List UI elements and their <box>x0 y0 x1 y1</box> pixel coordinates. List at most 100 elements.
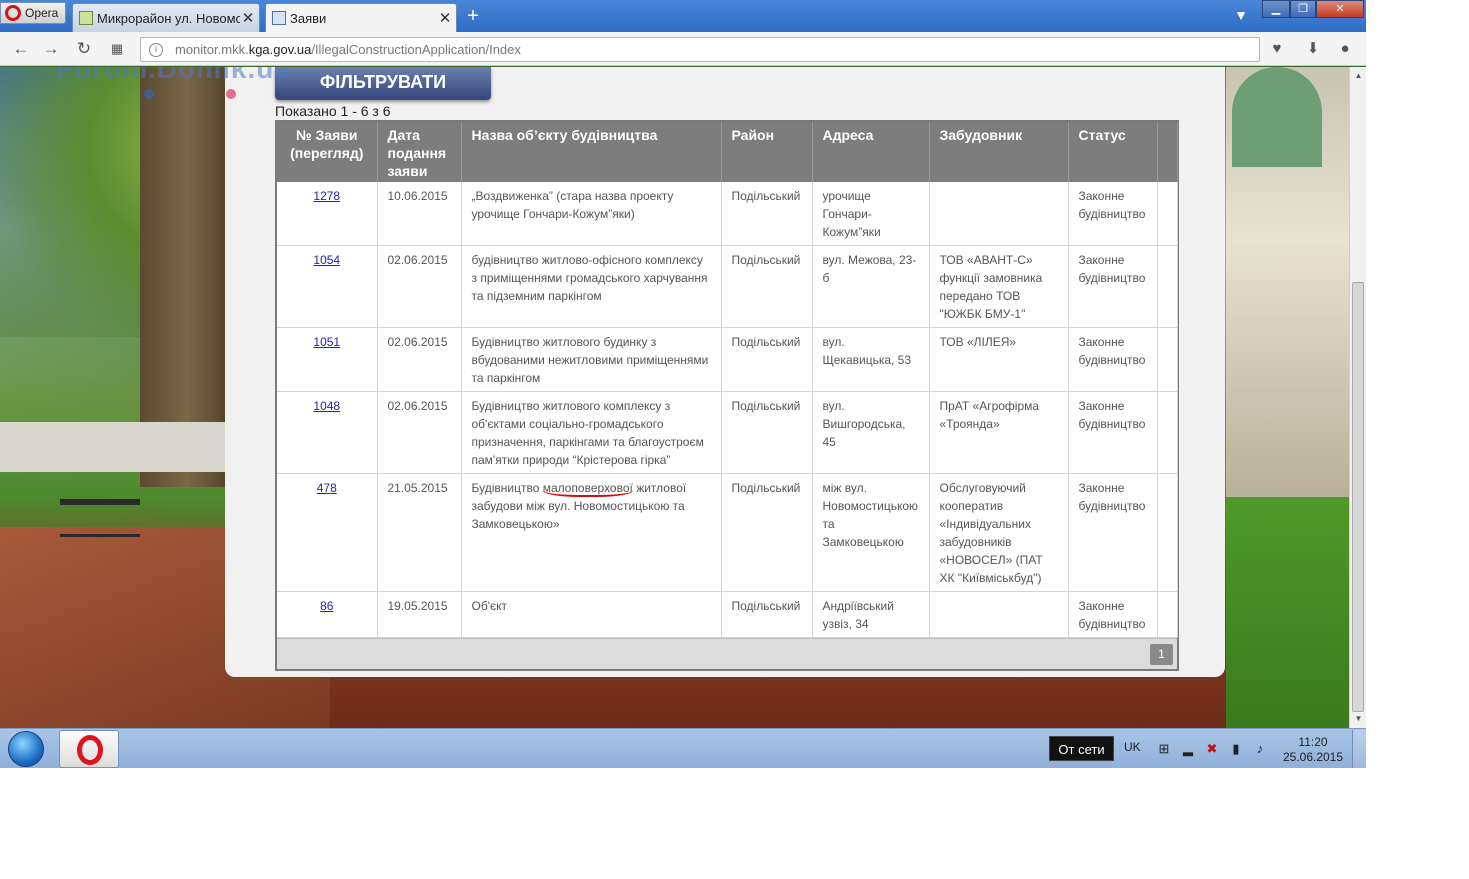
name-text-start: Будівництво <box>471 481 543 495</box>
cell-address: вул. Вишгородська, 45 <box>812 391 930 474</box>
column-header-extra <box>1157 122 1178 182</box>
cell-developer: Обслуговуючий кооператив «Індивідуальних… <box>929 473 1069 592</box>
cell-address: вул. Межова, 23-б <box>812 245 930 328</box>
column-header-developer[interactable]: Забудовник <box>929 122 1069 182</box>
url-domain: kga.gov.ua <box>248 42 312 57</box>
cell-extra <box>1157 182 1178 246</box>
back-arrow-icon[interactable]: ← <box>10 39 32 59</box>
tab-menu-icon[interactable]: ▼ <box>1230 7 1252 25</box>
download-icon[interactable]: ⬇ <box>1304 40 1322 58</box>
results-count: Показано 1 - 6 з 6 <box>275 103 391 119</box>
cell-address: вул. Щекавицька, 53 <box>812 327 930 392</box>
applications-table: № Заяви (перегляд) Дата подання заяви На… <box>277 122 1178 638</box>
volume-icon[interactable]: ♪ <box>1252 741 1268 757</box>
battery-icon[interactable]: ▮ <box>1228 741 1244 757</box>
browser-tab-bar: Opera Микрорайон ул. Новомостицкая ✕ Зая… <box>0 0 1366 32</box>
column-header-address[interactable]: Адреса <box>812 122 930 182</box>
signal-bars-icon[interactable]: ▂ <box>1180 741 1196 757</box>
minimize-button[interactable]: ▁ <box>1262 0 1290 18</box>
clock-date: 25.06.2015 <box>1282 750 1344 764</box>
column-header-date[interactable]: Дата подання заяви <box>377 122 462 182</box>
application-link[interactable]: 1278 <box>313 189 340 203</box>
cell-number: 1278 <box>277 182 378 246</box>
cell-developer <box>929 591 1069 638</box>
cell-status: Законне будівництво <box>1068 391 1158 474</box>
close-tab-icon[interactable]: ✕ <box>240 9 256 27</box>
cell-extra <box>1157 591 1178 638</box>
filter-button[interactable]: ФІЛЬТРУВАТИ <box>275 67 491 100</box>
show-desktop-button[interactable] <box>1352 730 1366 768</box>
account-icon[interactable]: ● <box>1336 40 1354 58</box>
network-error-icon[interactable]: ✖ <box>1204 741 1220 757</box>
forward-arrow-icon[interactable]: → <box>40 39 62 59</box>
scrollbar-thumb[interactable] <box>1352 282 1364 712</box>
close-tab-icon[interactable]: ✕ <box>437 9 453 27</box>
column-header-number[interactable]: № Заяви (перегляд) <box>277 122 378 182</box>
cell-developer: ТОВ «ЛІЛЕЯ» <box>929 327 1069 392</box>
application-link[interactable]: 1048 <box>313 399 340 413</box>
table-row: 1054 02.06.2015 будівництво житлово-офіс… <box>277 245 1178 328</box>
cell-date: 10.06.2015 <box>377 182 462 246</box>
taskbar-opera-button[interactable] <box>59 730 119 768</box>
cell-name: будівництво житлово-офісного комплексу з… <box>461 245 722 328</box>
cell-number: 86 <box>277 591 378 638</box>
cell-district: Подільський <box>721 473 813 592</box>
system-clock[interactable]: 11:20 25.06.2015 <box>1280 735 1346 765</box>
url-path: /IllegalConstructionApplication/Index <box>311 42 521 57</box>
cell-date: 21.05.2015 <box>377 473 462 592</box>
tab-label: Заяви <box>290 10 327 26</box>
cell-address: між вул. Новомостицькою та Замковецькою <box>812 473 930 592</box>
cell-address: урочище Гончари-Кожум”яки <box>812 182 930 246</box>
column-header-status[interactable]: Статус <box>1068 122 1158 182</box>
table-header-row: № Заяви (перегляд) Дата подання заяви На… <box>277 122 1178 182</box>
url-prefix: monitor.mkk. <box>175 42 249 57</box>
watermark-dot-blue <box>144 89 154 99</box>
language-indicator[interactable]: UK <box>1124 740 1141 754</box>
content-panel: ФІЛЬТРУВАТИ Показано 1 - 6 з 6 № Заяви (… <box>225 67 1225 677</box>
cell-district: Подільський <box>721 591 813 638</box>
pager: 1 <box>277 638 1177 669</box>
cell-district: Подільський <box>721 391 813 474</box>
maximize-button[interactable]: ❐ <box>1290 0 1316 18</box>
site-info-icon[interactable]: i <box>149 43 163 57</box>
speed-dial-grid-icon[interactable]: ▦ <box>106 39 128 59</box>
url-input[interactable]: i monitor.mkk.kga.gov.ua/IllegalConstruc… <box>140 37 1260 62</box>
scroll-down-arrow-icon[interactable]: ▼ <box>1354 714 1363 723</box>
cell-district: Подільський <box>721 245 813 328</box>
application-link[interactable]: 1051 <box>313 335 340 349</box>
new-tab-button[interactable]: + <box>462 5 484 27</box>
background-lawn <box>1226 497 1349 728</box>
opera-logo-icon <box>5 5 21 21</box>
column-header-district[interactable]: Район <box>721 122 813 182</box>
tab-microdistrict[interactable]: Микрорайон ул. Новомостицкая ✕ <box>72 3 260 32</box>
watermark-dot-pink <box>226 89 236 99</box>
reload-icon[interactable]: ↻ <box>73 39 95 59</box>
cell-name: Будівництво житлового будинку з вбудован… <box>461 327 722 392</box>
table-row: 1278 10.06.2015 „Воздвиженка” (стара наз… <box>277 182 1178 246</box>
windows-taskbar: От сети UK ⊞ ▂ ✖ ▮ ♪ 11:20 25.06.2015 <box>0 728 1366 768</box>
page-viewport: ФІЛЬТРУВАТИ Показано 1 - 6 з 6 № Заяви (… <box>0 67 1349 728</box>
windows-flag-icon[interactable]: ⊞ <box>1156 741 1172 757</box>
clock-time: 11:20 <box>1298 735 1328 749</box>
opera-menu-button[interactable]: Opera <box>0 2 66 24</box>
cell-district: Подільський <box>721 327 813 392</box>
application-link[interactable]: 478 <box>317 481 337 495</box>
cell-developer: ПрАТ «Агрофірма «Троянда» <box>929 391 1069 474</box>
application-link[interactable]: 86 <box>320 599 333 613</box>
cell-number: 478 <box>277 473 378 592</box>
cell-developer: ТОВ «АВАНТ-С» функції замовника передано… <box>929 245 1069 328</box>
application-link[interactable]: 1054 <box>313 253 340 267</box>
tab-applications[interactable]: Заяви ✕ <box>265 3 457 32</box>
scroll-up-arrow-icon[interactable]: ▲ <box>1354 71 1363 80</box>
heart-icon[interactable]: ♥ <box>1268 40 1286 58</box>
red-underline-annotation: малоповерхової <box>542 481 633 497</box>
opera-logo-icon <box>77 735 103 765</box>
page-number-button[interactable]: 1 <box>1150 644 1173 665</box>
close-window-button[interactable]: ✕ <box>1316 0 1364 18</box>
column-header-name[interactable]: Назва об’єкту будівництва <box>461 122 722 182</box>
vertical-scrollbar[interactable]: ▲ ▼ <box>1349 67 1366 728</box>
cell-extra <box>1157 473 1178 592</box>
cell-extra <box>1157 391 1178 474</box>
start-button[interactable] <box>8 731 44 767</box>
cell-date: 02.06.2015 <box>377 327 462 392</box>
